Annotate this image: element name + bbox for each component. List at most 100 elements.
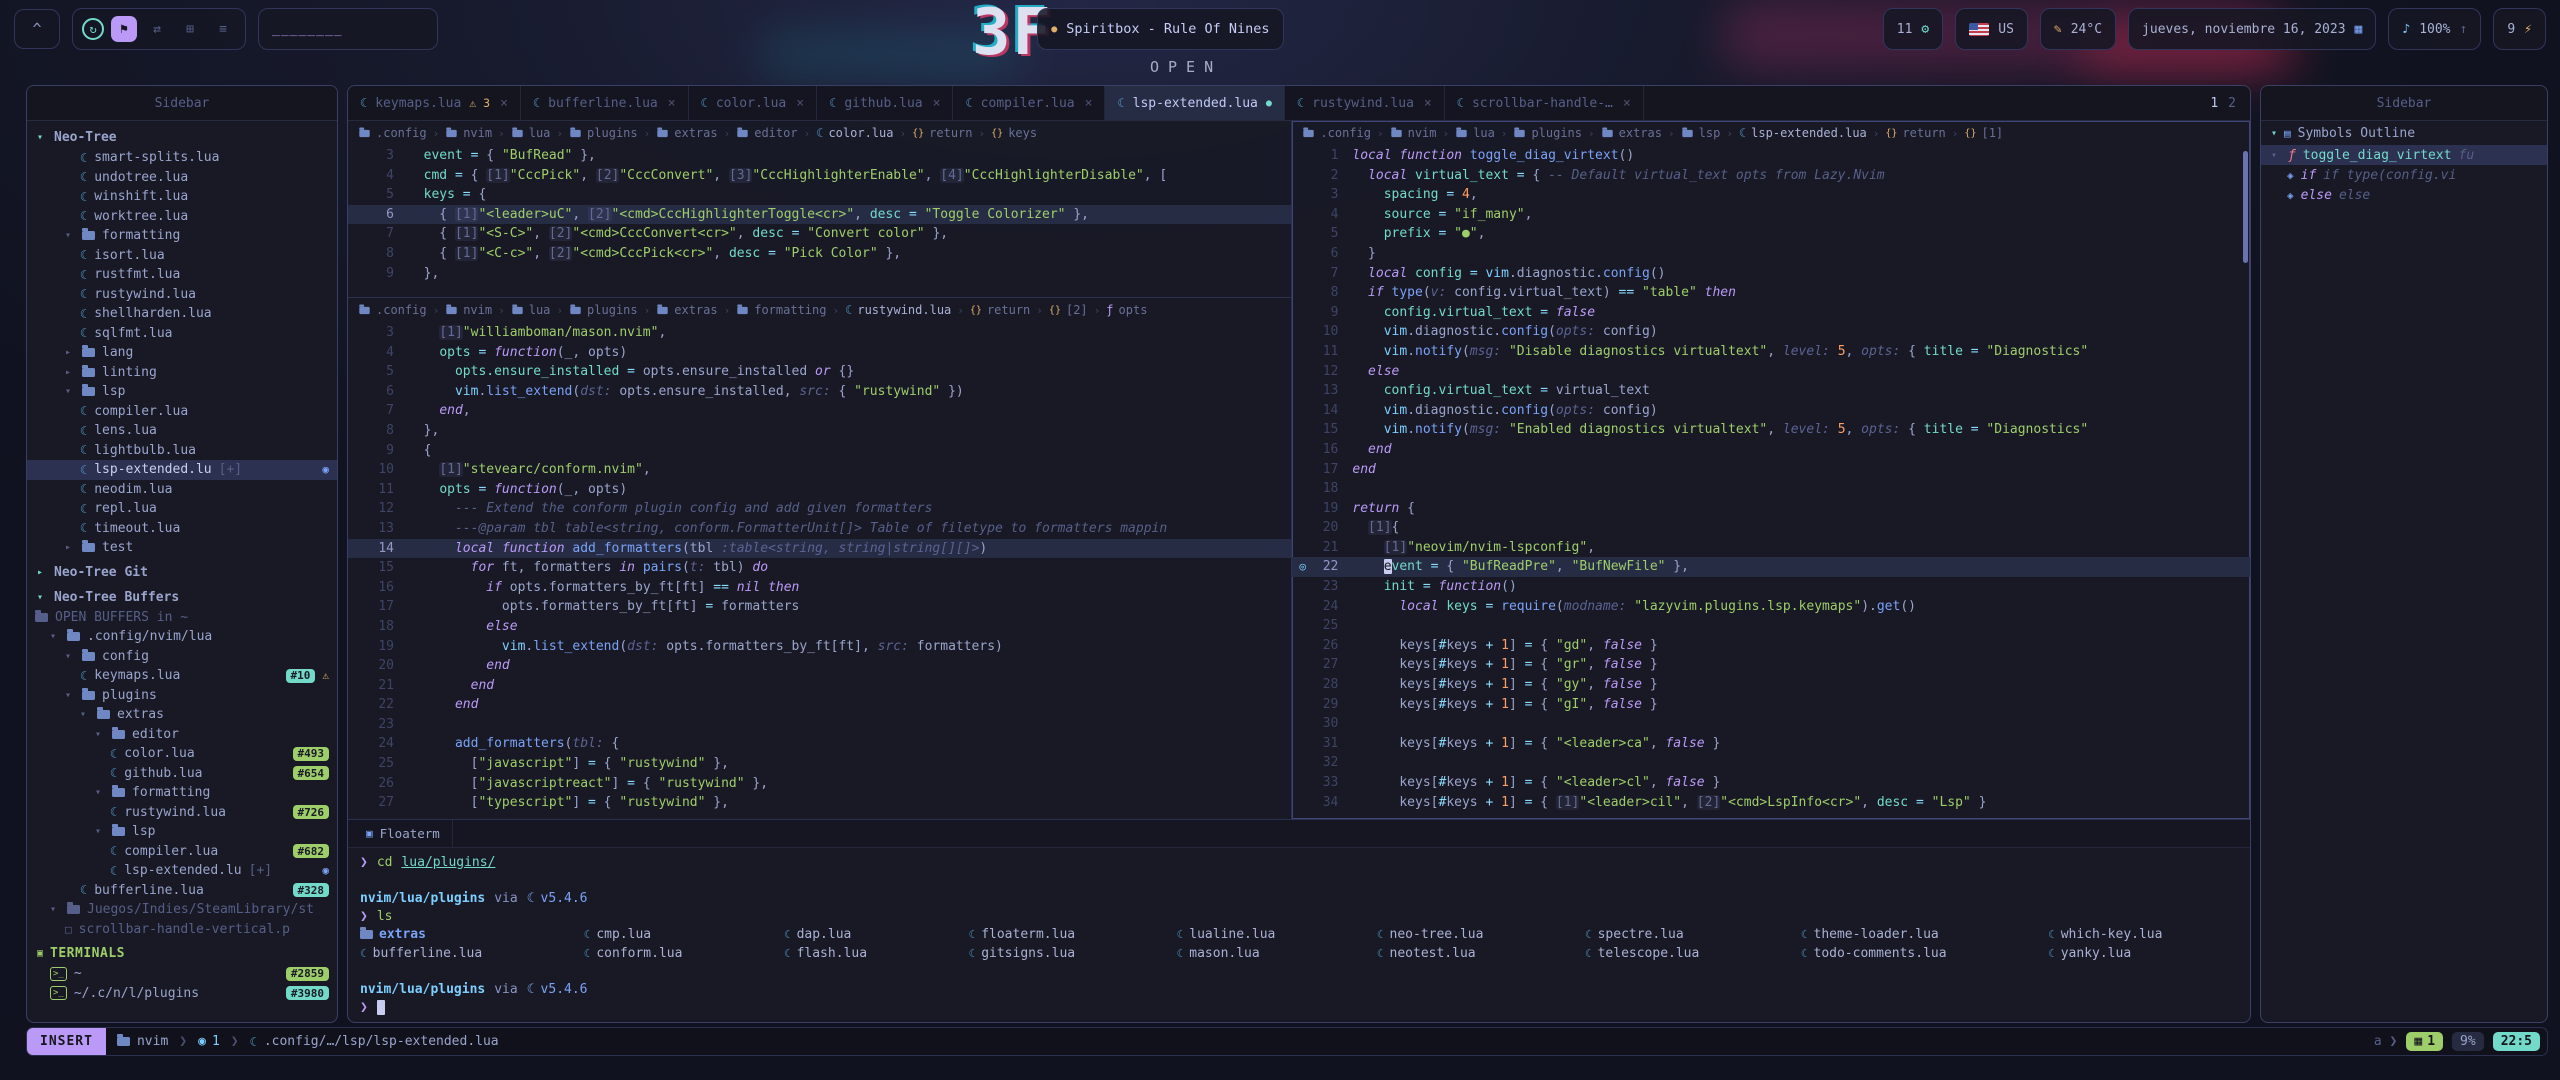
tree-item[interactable]: ☾github.lua#654 [27,764,337,784]
tree-item[interactable]: ☾worktree.lua [27,207,337,227]
code-line[interactable]: 24 add_formatters(tbl: { [348,734,1291,754]
code-line[interactable]: 7 { [1]"<S-C>", [2]"<cmd>CccConvert<cr>"… [348,224,1291,244]
breadcrumb-segment[interactable]: editor [736,126,797,140]
breadcrumb-segment[interactable]: nvim [445,126,492,140]
right-sidebar-tab[interactable]: Sidebar [2261,86,2547,121]
code-line[interactable]: 10 [1]"stevearc/conform.nvim", [348,460,1291,480]
tree-item[interactable]: □scrollbar-handle-vertical.p [27,920,337,940]
code-line[interactable]: 2 local virtual_text = { -- Default virt… [1292,166,2250,186]
outline-item[interactable]: ◈elseelse [2261,185,2547,205]
code-line[interactable]: 3 event = { "BufRead" }, [348,146,1291,166]
code-line[interactable]: 9 }, [348,264,1291,284]
breadcrumb-segment[interactable]: lsp [1681,126,1721,140]
buffer-tab[interactable]: ☾bufferline.lua× [521,86,689,120]
code-line[interactable]: 5 prefix = "●", [1292,224,2250,244]
breadcrumb-segment[interactable]: {}[2] [1049,303,1088,317]
breadcrumb-segment[interactable]: lua [511,126,551,140]
tree-item[interactable]: ▾.config/nvim/lua [27,627,337,647]
weather-widget[interactable]: ✎ 24°C [2040,8,2116,50]
code-line[interactable]: 15 vim.notify(msg: "Enabled diagnostics … [1292,420,2250,440]
close-icon[interactable]: × [933,96,941,111]
tree-item[interactable]: >_~#2859 [27,964,337,984]
code-line[interactable]: 21 [1]"neovim/nvim-lspconfig", [1292,538,2250,558]
code-line[interactable]: 23 init = function() [1292,577,2250,597]
workspaces-widget[interactable]: 11 ⚙ [1883,8,1943,50]
editor-rustywind-lua[interactable]: .config›nvim›lua›plugins›extras›formatti… [348,298,1291,819]
tree-item[interactable]: ▾formatting [27,226,337,246]
tree-item[interactable]: ☾lsp-extended.lu[+]◉ [27,861,337,881]
code-line[interactable]: 6 } [1292,244,2250,264]
notes-button[interactable]: ≡ [210,16,236,42]
breadcrumb-segment[interactable]: plugins [569,303,638,317]
tree-item[interactable]: ▾extras [27,705,337,725]
editor-lsp-extended-lua[interactable]: .config›nvim›lua›plugins›extras›lsp›☾lsp… [1292,121,2250,819]
now-playing-widget[interactable]: ● Spiritbox - Rule Of Nines [1037,8,1283,50]
tree-section-header[interactable]: ▾Neo-Tree Buffers [27,587,337,608]
keyboard-layout-widget[interactable]: US [1955,8,2028,50]
code-line[interactable]: 29 keys[#keys + 1] = { "gI", false } [1292,695,2250,715]
tree-item[interactable]: ▸test [27,538,337,558]
tree-item[interactable]: ▸linting [27,363,337,383]
tree-item[interactable]: ▾formatting [27,783,337,803]
code-line[interactable]: 33 keys[#keys + 1] = { "<leader>cl", fal… [1292,773,2250,793]
code-line[interactable]: 27 keys[#keys + 1] = { "gr", false } [1292,655,2250,675]
close-icon[interactable]: × [1085,96,1093,111]
tree-item[interactable]: >_~/.c/n/l/plugins#3980 [27,984,337,1004]
code-line[interactable]: 27 ["typescript"] = { "rustywind" }, [348,793,1291,813]
code-line[interactable]: 8 if type(v: config.virtual_text) == "ta… [1292,283,2250,303]
close-icon[interactable]: × [1424,96,1432,111]
tree-item[interactable]: ▾lsp [27,822,337,842]
code-line[interactable]: 16 if opts.formatters_by_ft[ft] == nil t… [348,578,1291,598]
code-line[interactable]: 18 else [348,617,1291,637]
code-line[interactable]: 5 keys = { [348,185,1291,205]
code-line[interactable]: 8 { [1]"<C-c>", [2]"<cmd>CccPick<cr>", d… [348,244,1291,264]
breadcrumb-segment[interactable]: nvim [445,303,492,317]
code-line[interactable]: 12 else [1292,362,2250,382]
code-line[interactable]: 3 [1]"williamboman/mason.nvim", [348,323,1291,343]
breadcrumb-segment[interactable]: ☾lsp-extended.lua [1739,126,1867,140]
code-line[interactable]: 4 cmd = { [1]"CccPick", [2]"CccConvert",… [348,166,1291,186]
launcher-button[interactable]: ^ [14,9,60,49]
close-icon[interactable]: × [668,96,676,111]
left-sidebar-tab[interactable]: Sidebar [27,86,337,121]
code-line[interactable]: 3 spacing = 4, [1292,185,2250,205]
code-line[interactable]: 17end [1292,460,2250,480]
code-line[interactable]: 6 vim.list_extend(dst: opts.ensure_insta… [348,382,1291,402]
tree-item[interactable]: ☾undotree.lua [27,168,337,188]
buffer-tab[interactable]: ☾keymaps.lua⚠ 3× [348,86,521,120]
code-line[interactable]: 11 vim.notify(msg: "Disable diagnostics … [1292,342,2250,362]
code-line[interactable]: 4 source = "if_many", [1292,205,2250,225]
code-line[interactable]: 19 vim.list_extend(dst: opts.formatters_… [348,637,1291,657]
prompt-input-box[interactable]: ________ [258,8,438,50]
code-line[interactable]: 25 ["javascript"] = { "rustywind" }, [348,754,1291,774]
code-line[interactable]: 14 local function add_formatters(tbl :ta… [348,539,1291,559]
breadcrumb-segment[interactable]: {}keys [991,126,1037,140]
breadcrumb-segment[interactable]: {}return [912,126,972,140]
date-widget[interactable]: jueves, noviembre 16, 2023 ▦ [2128,8,2376,50]
code-line[interactable]: 34 keys[#keys + 1] = { [1]"<leader>cil",… [1292,793,2250,813]
close-icon[interactable]: × [796,96,804,111]
tree-item[interactable]: ☾isort.lua [27,246,337,266]
breadcrumb-segment[interactable]: lua [1455,126,1495,140]
code-line[interactable]: 13 config.virtual_text = virtual_text [1292,381,2250,401]
code-line[interactable]: 10 vim.diagnostic.config(opts: config) [1292,322,2250,342]
tree-item[interactable]: ☾winshift.lua [27,187,337,207]
breadcrumb-segment[interactable]: ☾color.lua [816,126,893,140]
tree-section-header[interactable]: ▾Neo-Tree [27,127,337,148]
code-line[interactable]: 32 [1292,753,2250,773]
code-line[interactable]: 26 ["javascriptreact"] = { "rustywind" }… [348,774,1291,794]
tree-item[interactable]: ☾smart-splits.lua [27,148,337,168]
breadcrumb-segment[interactable]: ƒopts [1106,303,1147,317]
code-line[interactable]: 20 end [348,656,1291,676]
breadcrumb-segment[interactable]: .config [1302,126,1371,140]
code-line[interactable]: 4 opts = function(_, opts) [348,343,1291,363]
code-line[interactable]: 11 opts = function(_, opts) [348,480,1291,500]
tree-item[interactable]: ☾sqlfmt.lua [27,324,337,344]
code-line[interactable]: 18 [1292,479,2250,499]
breadcrumb-segment[interactable]: ☾rustywind.lua [845,303,951,317]
tree-item[interactable]: ☾bufferline.lua#328 [27,881,337,901]
tree-item[interactable]: ▾lsp [27,382,337,402]
floaterm-panel[interactable]: ▣ Floaterm ❯cdlua/plugins/ nvim/lua/plug… [348,819,2250,1022]
code-line[interactable]: ◎22 event = { "BufReadPre", "BufNewFile"… [1292,557,2250,577]
code-line[interactable]: 14 vim.diagnostic.config(opts: config) [1292,401,2250,421]
